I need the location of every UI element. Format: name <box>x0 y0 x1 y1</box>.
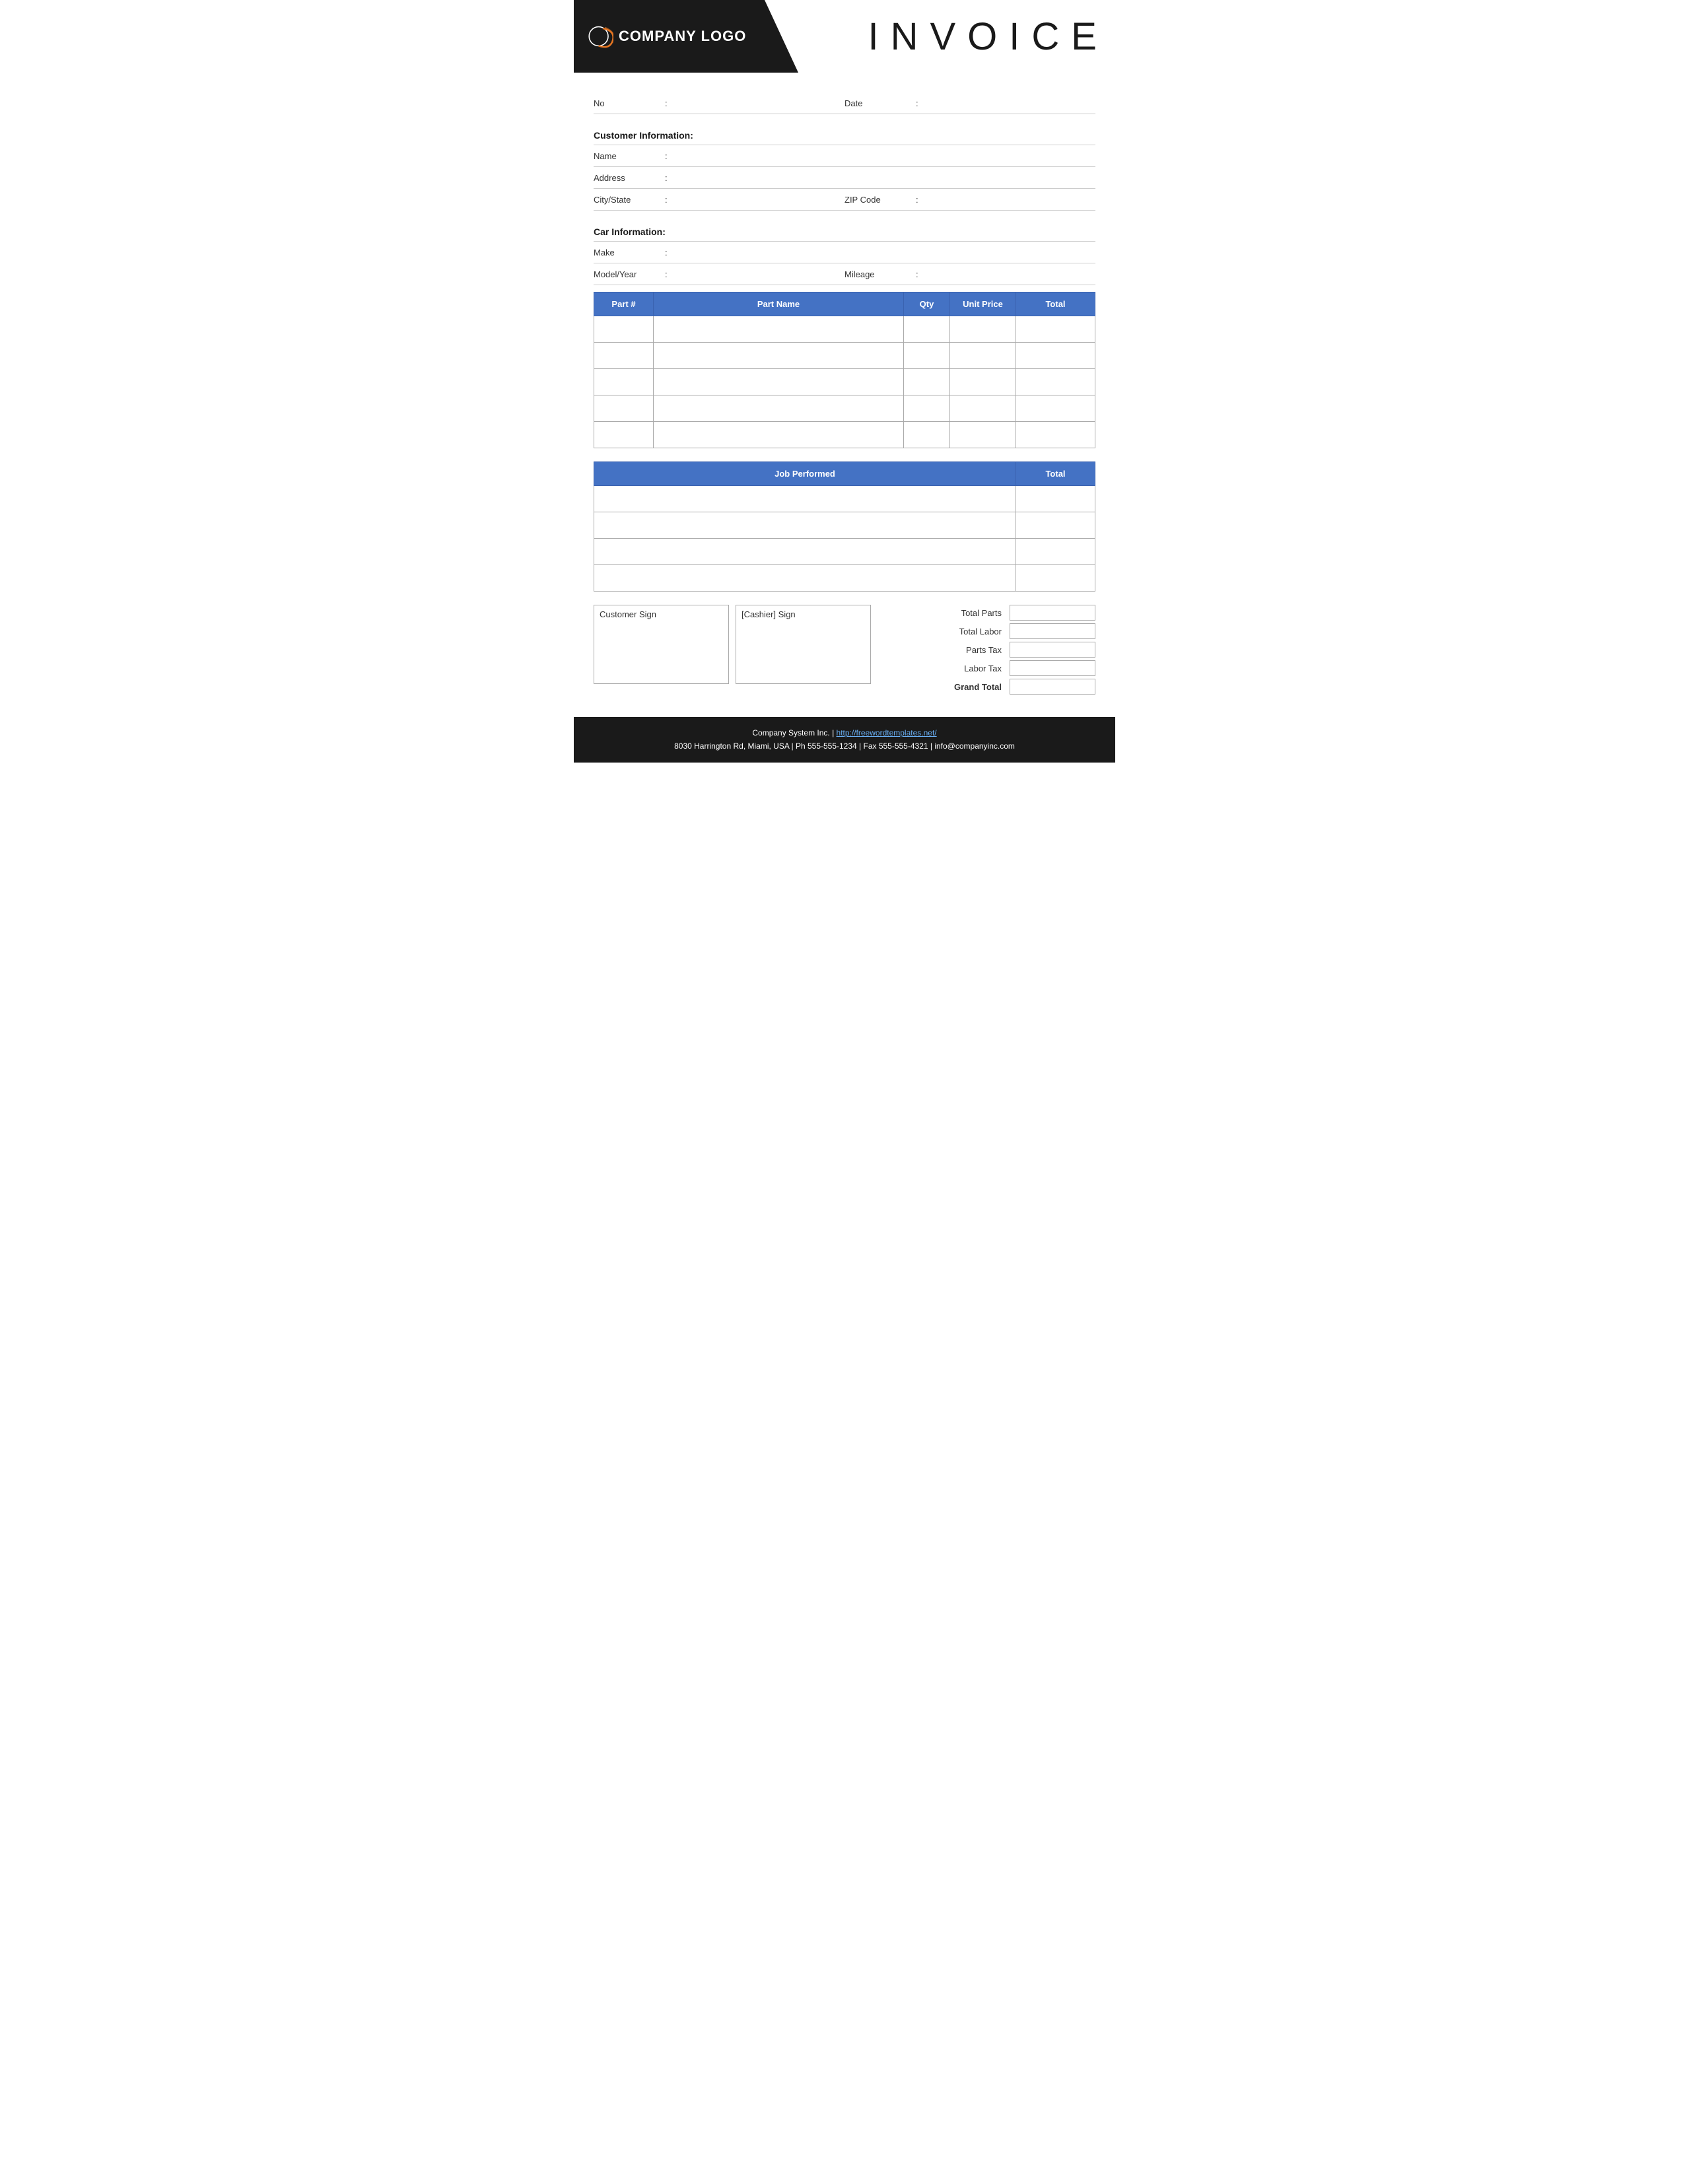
customer-address-value[interactable] <box>673 171 1095 184</box>
list-item[interactable] <box>594 565 1095 592</box>
customer-section-header: Customer Information: <box>594 126 1095 145</box>
total-labor-value[interactable] <box>1010 623 1095 639</box>
bottom-section: Customer Sign [Cashier] Sign Total Parts… <box>594 605 1095 697</box>
footer-company-line: Company System Inc. | http://freewordtem… <box>580 726 1109 739</box>
car-make-row: Make : <box>594 242 1095 263</box>
parts-tax-row: Parts Tax <box>884 642 1095 658</box>
customer-name-value[interactable] <box>673 149 1095 162</box>
customer-zip-label: ZIP Code <box>844 195 911 205</box>
customer-sign-label: Customer Sign <box>600 609 656 619</box>
total-parts-value[interactable] <box>1010 605 1095 621</box>
total-parts-label: Total Parts <box>884 608 1010 618</box>
parts-table: Part # Part Name Qty Unit Price Total <box>594 292 1095 448</box>
labor-tax-row: Labor Tax <box>884 660 1095 676</box>
footer-link[interactable]: http://freewordtemplates.net/ <box>837 728 937 737</box>
job-table: Job Performed Total <box>594 461 1095 592</box>
col-name-header: Part Name <box>654 292 904 316</box>
col-part-header: Part # <box>594 292 654 316</box>
page-footer: Company System Inc. | http://freewordtem… <box>574 717 1115 763</box>
invoice-no-value[interactable] <box>673 96 844 110</box>
table-row[interactable] <box>594 422 1095 448</box>
car-make-value[interactable] <box>673 246 1095 259</box>
list-item[interactable] <box>594 512 1095 539</box>
invoice-no-field: No : <box>594 96 844 110</box>
car-model-label: Model/Year <box>594 269 660 279</box>
customer-zip-value[interactable] <box>924 193 1095 206</box>
col-total-header: Total <box>1016 292 1095 316</box>
total-labor-row: Total Labor <box>884 623 1095 639</box>
invoice-date-value[interactable] <box>924 96 1095 110</box>
customer-address-row: Address : <box>594 167 1095 189</box>
parts-tax-label: Parts Tax <box>884 645 1010 655</box>
invoice-date-label: Date <box>844 98 911 108</box>
customer-sign-box: Customer Sign <box>594 605 729 684</box>
table-row[interactable] <box>594 395 1095 422</box>
car-mileage-value[interactable] <box>924 267 1095 281</box>
invoice-title-section: INVOICE <box>798 0 1115 73</box>
invoice-date-colon: : <box>916 98 918 108</box>
car-section-header: Car Information: <box>594 222 1095 242</box>
list-item[interactable] <box>594 486 1095 512</box>
grand-total-row: Grand Total <box>884 679 1095 695</box>
labor-tax-label: Labor Tax <box>884 664 1010 673</box>
totals-section: Total Parts Total Labor Parts Tax Labor … <box>884 605 1095 697</box>
cashier-sign-box: [Cashier] Sign <box>736 605 871 684</box>
labor-tax-value[interactable] <box>1010 660 1095 676</box>
table-row[interactable] <box>594 343 1095 369</box>
customer-city-value[interactable] <box>673 193 844 206</box>
col-price-header: Unit Price <box>950 292 1016 316</box>
grand-total-label: Grand Total <box>884 682 1010 692</box>
customer-address-label: Address <box>594 173 660 183</box>
invoice-meta-row: No : Date : <box>594 92 1095 114</box>
car-model-field: Model/Year : <box>594 267 844 281</box>
customer-city-row: City/State : ZIP Code : <box>594 189 1095 211</box>
car-mileage-label: Mileage <box>844 269 911 279</box>
logo-text: COMPANY LOGO <box>587 23 746 50</box>
main-content: No : Date : Customer Information: Name :… <box>574 92 1115 697</box>
total-parts-row: Total Parts <box>884 605 1095 621</box>
logo-section: COMPANY LOGO <box>574 0 798 73</box>
total-labor-label: Total Labor <box>884 627 1010 636</box>
col-job-total-header: Total <box>1016 462 1095 486</box>
col-job-header: Job Performed <box>594 462 1016 486</box>
customer-name-row: Name : <box>594 145 1095 167</box>
footer-address-line: 8030 Harrington Rd, Miami, USA | Ph 555-… <box>580 739 1109 753</box>
signature-boxes: Customer Sign [Cashier] Sign <box>594 605 871 684</box>
invoice-no-colon: : <box>665 98 668 108</box>
car-make-label: Make <box>594 248 660 257</box>
customer-city-field: City/State : <box>594 193 844 206</box>
cashier-sign-label: [Cashier] Sign <box>741 609 796 619</box>
invoice-title: INVOICE <box>868 15 1109 59</box>
customer-zip-field: ZIP Code : <box>844 193 1095 206</box>
table-row[interactable] <box>594 369 1095 395</box>
logo-icon <box>587 23 613 50</box>
invoice-no-label: No <box>594 98 660 108</box>
list-item[interactable] <box>594 539 1095 565</box>
parts-table-header-row: Part # Part Name Qty Unit Price Total <box>594 292 1095 316</box>
table-row[interactable] <box>594 316 1095 343</box>
page-header: COMPANY LOGO INVOICE <box>574 0 1115 73</box>
col-qty-header: Qty <box>904 292 950 316</box>
car-model-value[interactable] <box>673 267 844 281</box>
grand-total-value[interactable] <box>1010 679 1095 695</box>
parts-tax-value[interactable] <box>1010 642 1095 658</box>
car-model-row: Model/Year : Mileage : <box>594 263 1095 285</box>
invoice-date-field: Date : <box>844 96 1095 110</box>
car-mileage-field: Mileage : <box>844 267 1095 281</box>
customer-name-label: Name <box>594 151 660 161</box>
job-table-header-row: Job Performed Total <box>594 462 1095 486</box>
customer-city-label: City/State <box>594 195 660 205</box>
